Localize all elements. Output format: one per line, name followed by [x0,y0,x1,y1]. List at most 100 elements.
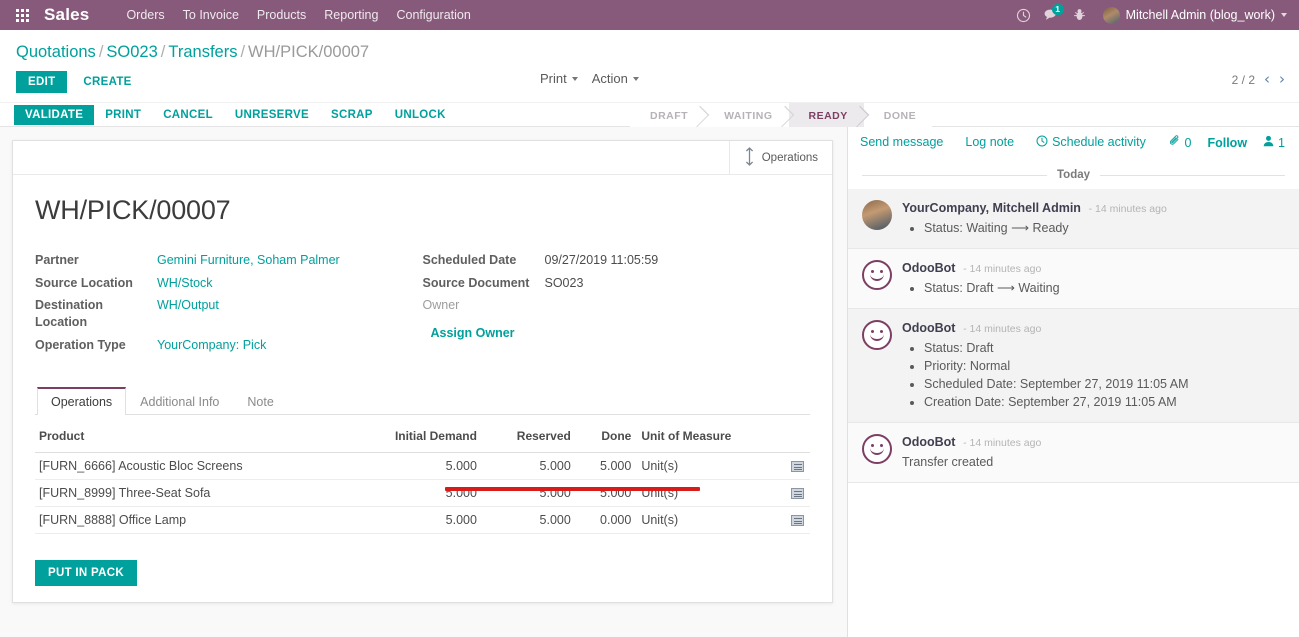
schedule-activity-label: Schedule activity [1052,135,1146,149]
cell-product: [FURN_8999] Three-Seat Sofa [35,479,349,507]
schedule-activity-button[interactable]: Schedule activity [1036,135,1146,150]
stage-label: DONE [883,109,917,122]
tab-additional-info[interactable]: Additional Info [126,387,233,415]
pager: 2 / 2 ‹ › [1232,72,1285,87]
table-row[interactable]: [FURN_8999] Three-Seat Sofa 5.000 5.000 … [35,479,810,507]
message-author: YourCompany, Mitchell Admin [902,201,1081,215]
cancel-button[interactable]: CANCEL [152,105,224,125]
print-label: Print [540,71,567,86]
menu-item-reporting[interactable]: Reporting [315,0,387,30]
operations-stat-button[interactable]: Operations [728,141,832,175]
action-dropdown[interactable]: Action [592,71,639,86]
breadcrumb-item-transfers[interactable]: Transfers [168,43,237,61]
scrap-button[interactable]: SCRAP [320,105,384,125]
stage-label: WAITING [724,109,773,122]
message-timestamp: - 14 minutes ago [1088,203,1167,215]
tracking-value: Priority: Normal [924,357,1285,375]
cell-product: [FURN_8888] Office Lamp [35,506,349,534]
stage-label: DRAFT [650,109,689,122]
send-message-button[interactable]: Send message [860,135,943,149]
create-button[interactable]: CREATE [71,71,143,93]
log-note-button[interactable]: Log note [965,135,1014,149]
message-body: OdooBot - 14 minutes ago Status: Draft ⟶… [902,260,1285,297]
print-button[interactable]: PRINT [94,105,152,125]
user-menu[interactable]: Mitchell Admin (blog_work) [1095,0,1293,30]
message-body: YourCompany, Mitchell Admin - 14 minutes… [902,200,1285,237]
table-row[interactable]: [FURN_8888] Office Lamp 5.000 5.000 0.00… [35,506,810,534]
app-brand-title[interactable]: Sales [44,5,89,25]
avatar [862,260,892,290]
cell-done: 0.000 [576,506,638,534]
field-label: Owner [422,298,460,312]
print-dropdown[interactable]: Print [540,71,578,86]
control-panel-actions: EDIT CREATE Print Action 2 / 2 ‹ › [0,62,1299,102]
avatar [862,320,892,350]
message-author: OdooBot [902,435,956,449]
menu-item-orders[interactable]: Orders [117,0,173,30]
message-header: OdooBot - 14 minutes ago [902,320,1285,337]
cell-actions [784,452,810,480]
pager-value: 2 / 2 [1231,72,1255,87]
chevron-right-icon[interactable]: › [1279,72,1285,87]
form-fields: Partner Gemini Furniture, Soham Palmer S… [35,252,810,359]
form-fields-left: Partner Gemini Furniture, Soham Palmer S… [35,252,423,359]
menu-item-to-invoice[interactable]: To Invoice [174,0,248,30]
assign-owner-button[interactable]: Assign Owner [431,326,515,340]
divider [862,174,1047,176]
col-initial-demand: Initial Demand [348,423,483,453]
clock-icon[interactable] [1011,0,1037,30]
cell-reserved: 5.000 [482,506,577,534]
operations-stat-label: Operations [761,152,818,164]
followers-button[interactable]: 1 [1263,135,1289,150]
stage-done[interactable]: DONE [863,103,933,128]
detail-list-icon[interactable] [791,515,804,527]
stage-ready[interactable]: READY [788,103,864,128]
menu-item-configuration[interactable]: Configuration [387,0,479,30]
apps-grid-icon[interactable] [0,0,44,30]
field-value[interactable]: WH/Stock [157,275,213,292]
message-author: OdooBot [902,261,956,275]
action-label: Action [591,71,628,86]
message-tracking-list: Status: Draft Priority: Normal Scheduled… [902,339,1285,411]
col-reserved: Reserved [482,423,577,453]
navbar-right-tools: 1 Mitchell Admin (blog_work) [1011,0,1293,30]
send-message-label: Send message [860,135,944,149]
edit-button[interactable]: EDIT [16,71,68,93]
form-sheet: Operations WH/PICK/00007 Partner Gemini … [12,140,833,603]
detail-list-icon[interactable] [791,461,804,473]
cell-unit-of-measure: Unit(s) [637,506,784,534]
form-sheet-body: WH/PICK/00007 Partner Gemini Furniture, … [13,175,832,602]
cell-done: 5.000 [576,479,638,507]
breadcrumb-item-so023[interactable]: SO023 [106,43,157,61]
field-destination-location: Destination Location WH/Output [35,297,423,331]
unlock-button[interactable]: UNLOCK [384,105,457,125]
menu-item-products[interactable]: Products [248,0,315,30]
tab-operations[interactable]: Operations [37,387,127,415]
bug-icon[interactable] [1067,0,1093,30]
stage-draft[interactable]: DRAFT [630,103,705,128]
stage-waiting[interactable]: WAITING [704,103,789,128]
detail-list-icon[interactable] [791,488,804,500]
field-label: Destination Location [35,298,104,329]
chevron-left-icon[interactable]: ‹ [1264,72,1270,87]
cell-initial-demand: 5.000 [348,452,483,480]
field-value[interactable]: YourCompany: Pick [157,337,266,354]
tab-note[interactable]: Note [233,387,287,415]
table-row[interactable]: [FURN_6666] Acoustic Bloc Screens 5.000 … [35,452,810,480]
breadcrumb-item-quotations[interactable]: Quotations [16,43,96,61]
field-value[interactable]: Gemini Furniture, Soham Palmer [157,252,340,269]
attachments-button[interactable]: 0 [1169,135,1191,150]
follow-button[interactable]: Follow [1207,136,1247,150]
chat-unread-badge: 1 [1051,4,1064,15]
divider [1100,174,1286,176]
field-value[interactable]: WH/Output [157,297,219,331]
tracking-value: Status: Draft [924,339,1285,357]
unreserve-button[interactable]: UNRESERVE [224,105,320,125]
cell-reserved: 5.000 [482,479,577,507]
put-in-pack-button[interactable]: PUT IN PACK [35,560,137,586]
field-owner: Owner [423,297,811,314]
validate-button[interactable]: VALIDATE [14,104,95,125]
odoo-app-window: Sales Orders To Invoice Products Reporti… [0,0,1299,637]
chat-icon[interactable]: 1 [1039,0,1065,30]
field-label: Operation Type [35,337,126,352]
